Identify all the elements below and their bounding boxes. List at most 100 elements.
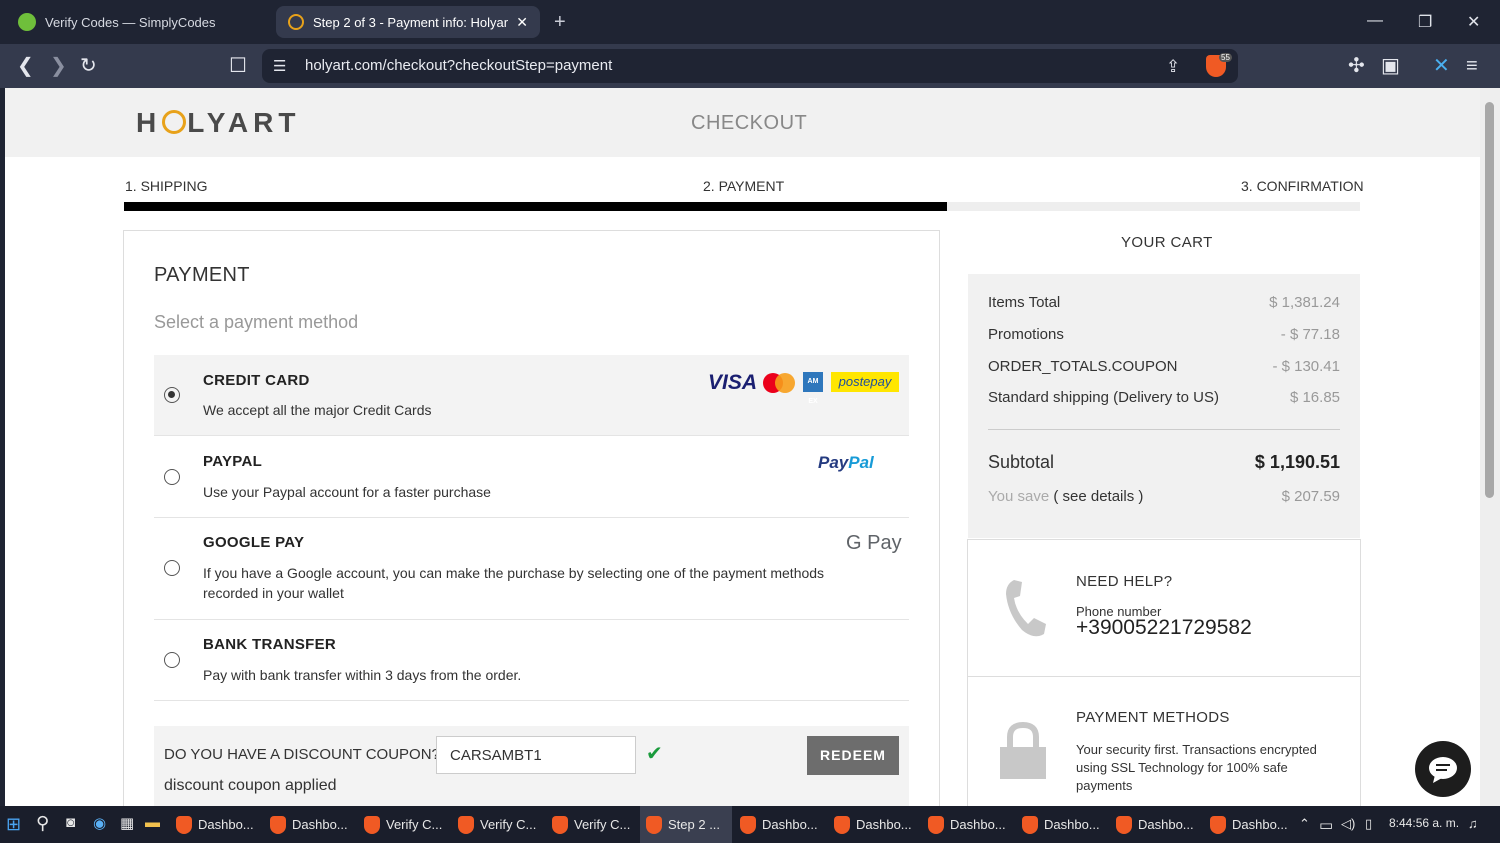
cart-title: YOUR CART (1121, 234, 1213, 251)
payment-option-credit-card[interactable]: CREDIT CARD We accept all the major Cred… (154, 355, 909, 436)
postepay-logo-icon: postepay (831, 372, 899, 392)
brave-browser-icon (1116, 815, 1132, 834)
payment-methods-title: PAYMENT METHODS (1076, 709, 1230, 726)
taskbar-item[interactable]: Dashbo... (922, 806, 1014, 843)
taskbar-item-label: Step 2 ... (668, 817, 721, 832)
checkout-title: CHECKOUT (691, 112, 808, 134)
clock[interactable]: 8:44:56 a. m. (1389, 816, 1459, 830)
new-tab-icon[interactable]: + (554, 11, 566, 34)
start-icon[interactable]: ⊞ (6, 814, 21, 835)
brave-browser-icon (176, 815, 192, 834)
google-pay-radio[interactable] (164, 560, 180, 576)
paypal-radio[interactable] (164, 469, 180, 485)
cart-savings: You save ( see details ) $ 207.59 (988, 488, 1340, 505)
taskbar-item[interactable]: Dashbo... (264, 806, 356, 843)
taskbar-item-label: Dashbo... (856, 817, 912, 832)
tray-chevron-icon[interactable]: ⌃ (1299, 816, 1310, 832)
notification-icon[interactable]: ♫ (1468, 816, 1478, 831)
tab-verify-codes[interactable]: Verify Codes — SimplyCodes (6, 6, 268, 38)
payment-option-paypal[interactable]: PAYPAL Use your Paypal account for a fas… (154, 436, 909, 518)
forward-icon[interactable]: ❯ (50, 54, 67, 78)
need-help-title: NEED HELP? (1076, 573, 1173, 590)
browser-app-icon[interactable]: ◉ (93, 814, 106, 832)
method-title: BANK TRANSFER (203, 636, 337, 653)
brave-browser-icon (1022, 815, 1038, 834)
cart-subtotal: Subtotal $ 1,190.51 (988, 452, 1340, 472)
reload-icon[interactable]: ↻ (80, 54, 97, 78)
minimize-icon[interactable]: — (1367, 12, 1383, 30)
method-desc: Pay with bank transfer within 3 days fro… (203, 667, 522, 683)
volume-icon[interactable]: ◁) (1341, 816, 1355, 832)
camera-app-icon[interactable]: ◙ (66, 814, 75, 831)
paypal-logo-icon: PayPal (818, 453, 874, 472)
restore-icon[interactable]: ❐ (1418, 12, 1432, 32)
site-header: H LYART CHECKOUT (5, 88, 1480, 157)
search-icon[interactable]: ⚲ (36, 813, 49, 834)
scrollbar-thumb[interactable] (1485, 102, 1494, 498)
taskbar-item[interactable]: Verify C... (358, 806, 450, 843)
menu-icon[interactable]: ≡ (1466, 54, 1478, 78)
taskbar-item[interactable]: Dashbo... (1204, 806, 1296, 843)
tab-title: Step 2 of 3 - Payment info: Holyart (313, 14, 509, 30)
taskbar-item[interactable]: Dashbo... (170, 806, 262, 843)
bookmark-icon[interactable]: ☐ (229, 54, 247, 78)
taskbar-item-label: Verify C... (574, 817, 631, 832)
google-pay-logo-icon: G Pay (846, 532, 902, 554)
payment-subtitle: Select a payment method (154, 312, 359, 332)
mastercard-logo-icon (763, 373, 795, 393)
checkout-page: H LYART CHECKOUT 1. SHIPPING 2. PAYMENT 3… (5, 88, 1480, 806)
payment-option-bank-transfer[interactable]: BANK TRANSFER Pay with bank transfer wit… (154, 620, 909, 701)
simplycodes-favicon-icon (18, 13, 36, 31)
taskbar-item[interactable]: Dashbo... (1016, 806, 1108, 843)
payment-title: PAYMENT (154, 264, 250, 286)
holyart-logo[interactable]: H LYART (136, 107, 300, 139)
taskbar-item-label: Dashbo... (292, 817, 348, 832)
network-icon[interactable]: ▭ (1319, 816, 1333, 834)
see-details-link[interactable]: ( see details ) (1053, 488, 1143, 505)
coupon-input[interactable]: CARSAMBT1 (436, 736, 636, 774)
taskbar-item-label: Dashbo... (1232, 817, 1288, 832)
taskbar-item[interactable]: Dashbo... (828, 806, 920, 843)
close-tab-icon[interactable]: ✕ (516, 14, 528, 31)
checkout-progress-fill (124, 202, 947, 211)
chat-icon (1429, 757, 1457, 783)
file-explorer-icon[interactable]: ▬ (145, 814, 160, 831)
taskbar-item-label: Dashbo... (950, 817, 1006, 832)
site-settings-icon[interactable]: ☰ (273, 55, 286, 79)
cart-divider (988, 429, 1340, 430)
taskbar-item-label: Dashbo... (1138, 817, 1194, 832)
coupon-question: DO YOU HAVE A DISCOUNT COUPON? (164, 746, 440, 763)
shields-badge: 55 (1219, 53, 1232, 62)
redeem-button[interactable]: REDEEM (807, 736, 899, 775)
taskbar-item-label: Verify C... (386, 817, 443, 832)
taskbar-item[interactable]: Verify C... (452, 806, 544, 843)
taskbar-item-label: Dashbo... (198, 817, 254, 832)
close-window-icon[interactable]: ✕ (1467, 12, 1480, 32)
taskbar-item[interactable]: Verify C... (546, 806, 638, 843)
credit-card-radio[interactable] (164, 387, 180, 403)
taskbar-item[interactable]: Step 2 ... (640, 806, 732, 843)
taskbar-item[interactable]: Dashbo... (734, 806, 826, 843)
wallet-icon[interactable]: ▣ (1381, 54, 1400, 78)
page-scrollbar[interactable] (1480, 88, 1500, 806)
tab-holyart-payment[interactable]: Step 2 of 3 - Payment info: Holyart ✕ (276, 6, 540, 38)
share-icon[interactable]: ⇪ (1166, 55, 1180, 79)
brave-browser-icon (364, 815, 380, 834)
holyart-favicon-icon (288, 14, 304, 30)
calculator-app-icon[interactable]: ▦ (120, 814, 134, 832)
bank-transfer-radio[interactable] (164, 652, 180, 668)
step-payment: 2. PAYMENT (703, 178, 785, 194)
battery-icon[interactable]: ▯ (1365, 816, 1372, 832)
phone-number[interactable]: +39005221729582 (1076, 616, 1252, 640)
chat-button[interactable] (1415, 741, 1471, 797)
url-text[interactable]: holyart.com/checkout?checkoutStep=paymen… (305, 57, 612, 74)
taskbar-item[interactable]: Dashbo... (1110, 806, 1202, 843)
brave-browser-icon (552, 815, 568, 834)
leo-icon[interactable]: ✕ (1433, 54, 1450, 78)
amex-logo-icon: AM EX (803, 372, 823, 405)
payment-option-google-pay[interactable]: GOOGLE PAY If you have a Google account,… (154, 518, 909, 620)
cart-row-coupon: ORDER_TOTALS.COUPON - $ 130.41 (988, 358, 1340, 375)
extensions-icon[interactable]: ✣ (1348, 54, 1365, 78)
back-icon[interactable]: ❮ (17, 54, 34, 78)
coupon-section: DO YOU HAVE A DISCOUNT COUPON? CARSAMBT1… (154, 726, 909, 806)
